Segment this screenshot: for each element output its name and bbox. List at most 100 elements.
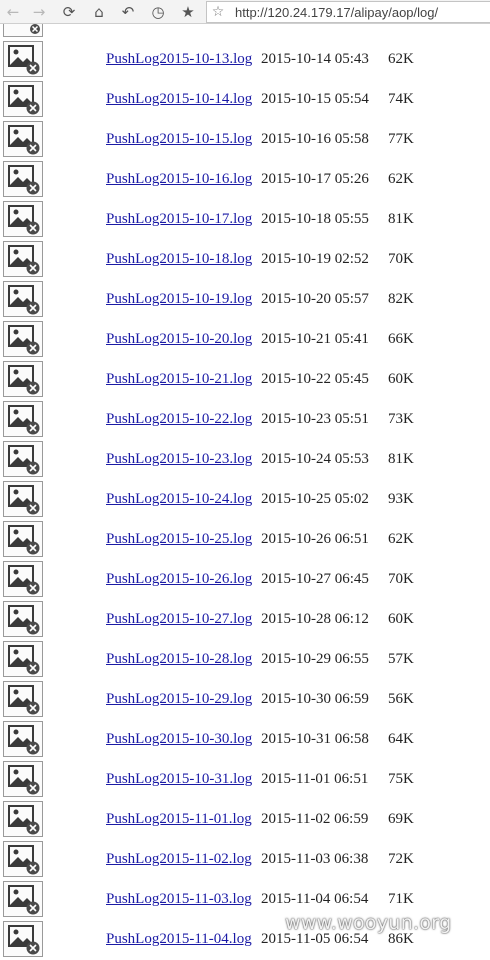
broken-image-icon	[3, 41, 43, 77]
broken-image-icon	[3, 81, 43, 117]
broken-image-icon	[3, 841, 43, 877]
file-row: PushLog2015-10-20.log 2015-10-21 05:41 66K	[0, 320, 490, 360]
file-link[interactable]: PushLog2015-10-30.log	[106, 731, 252, 748]
file-size: 69K	[388, 811, 414, 827]
file-row: PushLog2015-10-17.log 2015-10-18 05:55 81K	[0, 200, 490, 240]
file-link[interactable]: PushLog2015-10-17.log	[106, 211, 252, 228]
back-arrow-icon[interactable]: ←	[2, 2, 24, 22]
file-link[interactable]: PushLog2015-10-22.log	[106, 411, 252, 428]
file-link[interactable]: PushLog2015-10-29.log	[106, 691, 252, 708]
broken-image-icon	[3, 201, 43, 237]
file-date: 2015-10-29 06:55	[261, 651, 369, 667]
broken-image-icon	[3, 561, 43, 597]
watermark: www.wooyun.org	[285, 912, 452, 934]
file-date: 2015-10-20 05:57	[261, 291, 369, 307]
file-link[interactable]: PushLog2015-10-31.log	[106, 771, 252, 788]
file-size: 66K	[388, 331, 414, 347]
broken-image-icon	[3, 801, 43, 837]
file-size: 70K	[388, 251, 414, 267]
file-size: 77K	[388, 131, 414, 147]
file-date: 2015-10-30 06:59	[261, 691, 369, 707]
bookmark-outline-icon[interactable]: ☆	[207, 4, 229, 20]
address-url[interactable]: http://120.24.179.17/alipay/aop/log/	[229, 5, 438, 20]
broken-image-icon	[3, 521, 43, 557]
broken-image-icon	[3, 24, 43, 37]
file-date: 2015-10-25 05:02	[261, 491, 369, 507]
file-size: 71K	[388, 891, 414, 907]
browser-toolbar: ← → ⟳ ⌂ ↶ ◷ ★ ☆ http://120.24.179.17/ali…	[0, 0, 490, 24]
file-row: PushLog2015-11-01.log 2015-11-02 06:59 69K	[0, 800, 490, 840]
file-link[interactable]: PushLog2015-10-19.log	[106, 291, 252, 308]
bookmark-star-icon[interactable]: ★	[177, 2, 199, 22]
file-row: PushLog2015-10-30.log 2015-10-31 06:58 64K	[0, 720, 490, 760]
file-link[interactable]: PushLog2015-10-18.log	[106, 251, 252, 268]
file-link[interactable]: PushLog2015-10-15.log	[106, 131, 252, 148]
file-size: 57K	[388, 651, 414, 667]
file-link[interactable]: PushLog2015-10-26.log	[106, 571, 252, 588]
file-link[interactable]: PushLog2015-10-23.log	[106, 451, 252, 468]
file-link[interactable]: PushLog2015-11-03.log	[106, 891, 252, 908]
file-date: 2015-10-16 05:58	[261, 131, 369, 147]
file-row: PushLog2015-10-15.log 2015-10-16 05:58 77K	[0, 120, 490, 160]
file-row: PushLog2015-10-25.log 2015-10-26 06:51 62K	[0, 520, 490, 560]
file-row: PushLog2015-10-24.log 2015-10-25 05:02 93K	[0, 480, 490, 520]
broken-image-icon	[3, 161, 43, 197]
forward-arrow-icon[interactable]: →	[28, 2, 50, 22]
file-link[interactable]: PushLog2015-10-21.log	[106, 371, 252, 388]
file-row: PushLog2015-10-29.log 2015-10-30 06:59 56K	[0, 680, 490, 720]
file-row: PushLog2015-10-21.log 2015-10-22 05:45 60K	[0, 360, 490, 400]
file-size: 72K	[388, 851, 414, 867]
broken-image-icon	[3, 761, 43, 797]
file-row: PushLog2015-10-31.log 2015-11-01 06:51 75K	[0, 760, 490, 800]
file-size: 73K	[388, 411, 414, 427]
file-date: 2015-10-24 05:53	[261, 451, 369, 467]
broken-image-icon	[3, 681, 43, 717]
file-link[interactable]: PushLog2015-10-16.log	[106, 171, 252, 188]
address-bar[interactable]: ☆ http://120.24.179.17/alipay/aop/log/	[206, 1, 490, 23]
file-size: 62K	[388, 51, 414, 67]
broken-image-icon	[3, 361, 43, 397]
file-link[interactable]: PushLog2015-10-14.log	[106, 91, 252, 108]
file-date: 2015-10-21 05:41	[261, 331, 369, 347]
file-date: 2015-10-22 05:45	[261, 371, 369, 387]
file-link[interactable]: PushLog2015-11-01.log	[106, 811, 252, 828]
file-date: 2015-10-19 02:52	[261, 251, 369, 267]
broken-image-icon	[3, 641, 43, 677]
file-size: 60K	[388, 611, 414, 627]
file-link[interactable]: PushLog2015-10-27.log	[106, 611, 252, 628]
file-link[interactable]: PushLog2015-10-13.log	[106, 51, 252, 68]
file-link[interactable]: PushLog2015-10-24.log	[106, 491, 252, 508]
file-size: 62K	[388, 531, 414, 547]
broken-image-icon	[3, 881, 43, 917]
file-row: PushLog2015-10-19.log 2015-10-20 05:57 82K	[0, 280, 490, 320]
file-size: 70K	[388, 571, 414, 587]
broken-image-icon	[3, 121, 43, 157]
reload-icon[interactable]: ⟳	[58, 2, 80, 22]
file-link[interactable]: PushLog2015-11-04.log	[106, 931, 252, 948]
file-row: PushLog2015-10-13.log 2015-10-14 05:43 62K	[0, 40, 490, 80]
file-date: 2015-10-26 06:51	[261, 531, 369, 547]
file-date: 2015-10-15 05:54	[261, 91, 369, 107]
file-size: 93K	[388, 491, 414, 507]
file-size: 74K	[388, 91, 414, 107]
file-row: PushLog2015-10-22.log 2015-10-23 05:51 73K	[0, 400, 490, 440]
file-size: 62K	[388, 171, 414, 187]
history-clock-icon[interactable]: ◷	[147, 2, 169, 22]
file-link[interactable]: PushLog2015-10-20.log	[106, 331, 252, 348]
file-date: 2015-11-02 06:59	[261, 811, 369, 827]
broken-image-icon	[3, 481, 43, 517]
file-date: 2015-10-14 05:43	[261, 51, 369, 67]
file-date: 2015-10-27 06:45	[261, 571, 369, 587]
file-date: 2015-10-28 06:12	[261, 611, 369, 627]
undo-icon[interactable]: ↶	[117, 2, 139, 22]
file-row: PushLog2015-11-02.log 2015-11-03 06:38 72K	[0, 840, 490, 880]
file-link[interactable]: PushLog2015-10-25.log	[106, 531, 252, 548]
broken-image-icon	[3, 921, 43, 957]
file-link[interactable]: PushLog2015-10-28.log	[106, 651, 252, 668]
file-date: 2015-10-17 05:26	[261, 171, 369, 187]
file-row: PushLog2015-10-26.log 2015-10-27 06:45 70K	[0, 560, 490, 600]
home-icon[interactable]: ⌂	[88, 2, 110, 22]
file-row: PushLog2015-10-18.log 2015-10-19 02:52 70K	[0, 240, 490, 280]
broken-image-icon	[3, 241, 43, 277]
file-link[interactable]: PushLog2015-11-02.log	[106, 851, 252, 868]
